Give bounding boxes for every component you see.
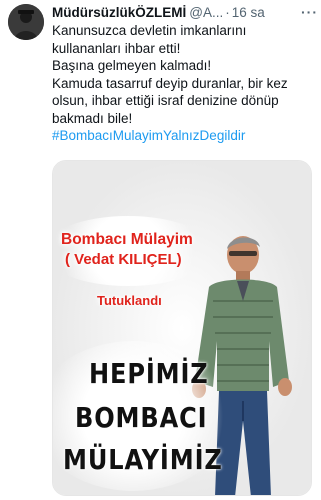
tweet-text: Kanunsuzca devletin imkanlarını kullanan…: [52, 22, 314, 145]
media-title-name: Bombacı Mülayim: [61, 231, 193, 248]
tweet-text-line: Başına gelmeyen kalmadı!: [52, 58, 212, 73]
author-name[interactable]: MüdürsüzlükÖZLEMİ: [52, 5, 186, 20]
separator-dot: ·: [225, 4, 230, 20]
tweet-text-line: Kanunsuzca devletin imkanlarını kullanan…: [52, 23, 247, 56]
slogan-line-2: BOMBACI: [75, 401, 208, 434]
author-handle[interactable]: @A...: [189, 5, 223, 20]
tweet-timestamp[interactable]: 16 sa: [232, 5, 265, 20]
more-options-icon[interactable]: ···: [301, 4, 318, 20]
tweet-text-line: Kamuda tasarruf deyip duranlar, bir kez …: [52, 75, 288, 126]
tweet-header: MüdürsüzlükÖZLEMİ @A... · 16 sa ···: [52, 3, 318, 21]
hashtag-link[interactable]: #BombacıMulayimYalnızDegildir: [52, 128, 245, 143]
slogan-line-1: HEPİMİZ: [89, 357, 209, 390]
tweet[interactable]: MüdürsüzlükÖZLEMİ @A... · 16 sa ··· Kanu…: [0, 0, 321, 500]
tweet-media-image[interactable]: Bombacı Mülayim ( Vedat KILIÇEL) Tutukla…: [52, 160, 312, 496]
media-title-fullname: ( Vedat KILIÇEL): [65, 251, 182, 268]
media-subtitle: Tutuklandı: [97, 293, 162, 308]
slogan-line-3: MÜLAYİMİZ: [63, 443, 223, 476]
avatar[interactable]: [8, 4, 44, 40]
avatar-image: [8, 4, 44, 40]
